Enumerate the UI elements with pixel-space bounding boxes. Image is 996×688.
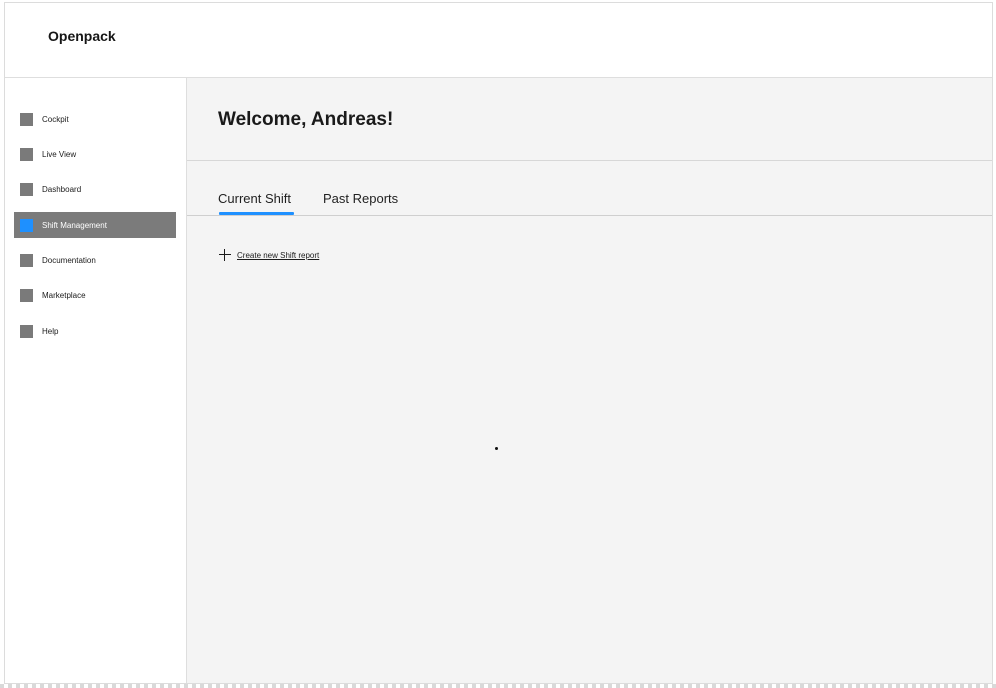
sidebar-item-label: Dashboard (42, 184, 82, 194)
sidebar-item-label: Marketplace (42, 290, 86, 300)
sidebar-item-live-view[interactable]: Live View (14, 141, 176, 167)
tab-current-shift[interactable]: Current Shift (218, 191, 291, 206)
sidebar-item-marketplace[interactable]: Marketplace (14, 282, 176, 308)
sidebar: Cockpit Live View Dashboard Shift Manage… (5, 78, 187, 683)
sidebar-item-cockpit[interactable]: Cockpit (14, 106, 176, 132)
square-icon (20, 253, 33, 267)
main-content: Welcome, Andreas! Current Shift Past Rep… (187, 78, 992, 683)
sidebar-item-label: Cockpit (42, 114, 69, 124)
sidebar-item-help[interactable]: Help (14, 318, 176, 344)
tab-past-reports[interactable]: Past Reports (323, 191, 398, 206)
sidebar-item-shift-management[interactable]: Shift Management (14, 212, 176, 238)
create-shift-report-link[interactable]: Create new Shift report (237, 251, 319, 260)
sidebar-item-label: Help (42, 326, 59, 336)
sidebar-item-label: Documentation (42, 255, 96, 265)
plus-icon (219, 249, 231, 261)
sidebar-item-label: Live View (42, 149, 77, 159)
top-bar: Openpack (5, 3, 992, 78)
square-icon (20, 218, 33, 232)
square-icon (20, 112, 33, 126)
page-title: Welcome, Andreas! (218, 109, 394, 130)
brand-logo-text[interactable]: Openpack (48, 28, 116, 44)
mouse-cursor (495, 447, 498, 450)
tabs-divider (187, 215, 992, 216)
square-icon (20, 147, 33, 161)
square-icon (20, 324, 33, 338)
square-icon (20, 182, 33, 196)
header-divider (187, 160, 992, 161)
sidebar-item-dashboard[interactable]: Dashboard (14, 176, 176, 202)
bottom-dashed-divider (0, 684, 996, 688)
sidebar-item-label: Shift Management (42, 220, 107, 230)
square-icon (20, 288, 33, 302)
app-window: Openpack Cockpit Live View Dashboard Shi… (4, 2, 993, 684)
sidebar-item-documentation[interactable]: Documentation (14, 247, 176, 273)
create-shift-report-button[interactable]: Create new Shift report (219, 249, 319, 261)
